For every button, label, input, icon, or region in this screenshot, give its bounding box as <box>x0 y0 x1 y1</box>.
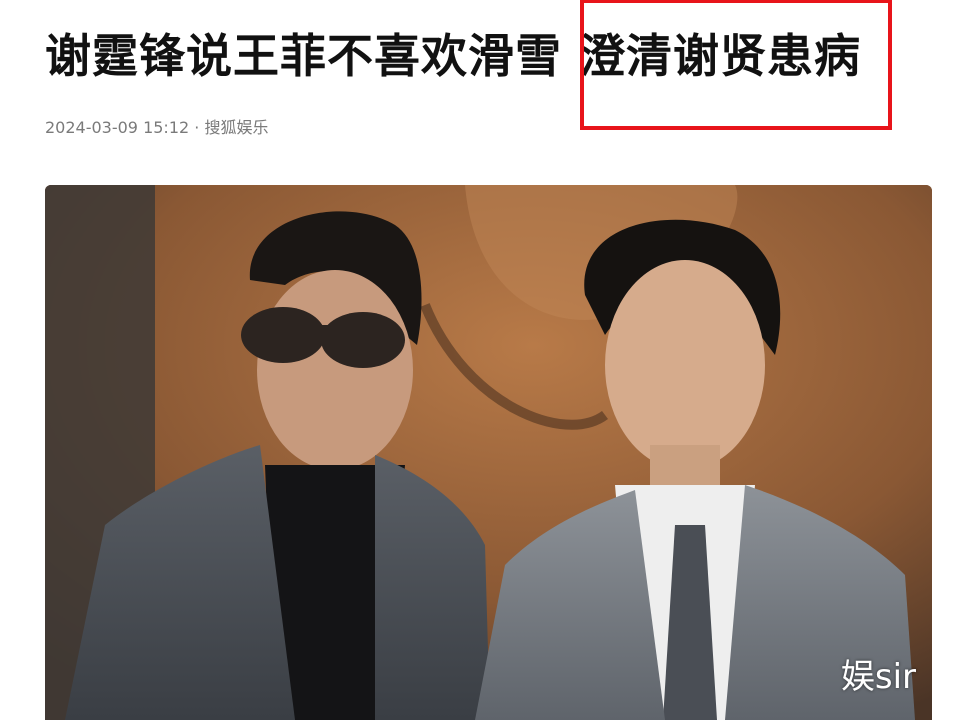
highlight-box <box>580 0 892 130</box>
article-meta: 2024-03-09 15:12 · 搜狐娱乐 <box>45 118 269 137</box>
photo-watermark: 娱sir <box>840 657 916 697</box>
article-photo: 娱sir <box>45 185 932 720</box>
